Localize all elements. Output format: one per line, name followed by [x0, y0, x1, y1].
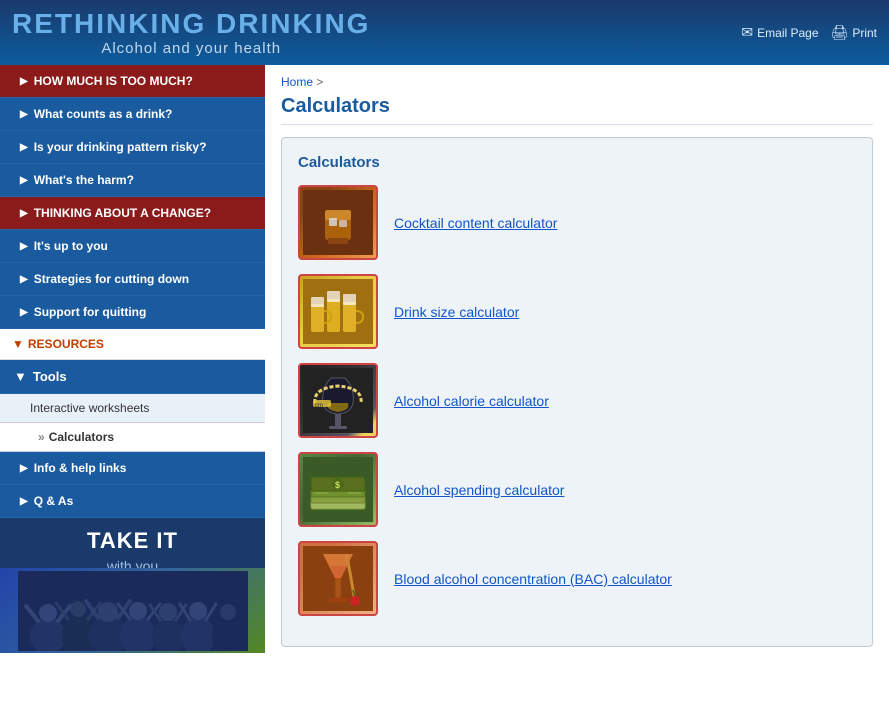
chevron-icon: ▶: [20, 274, 28, 285]
sidebar-item-harm[interactable]: ▶ What's the harm?: [0, 164, 265, 197]
calc-thumb-calorie: cm: [298, 363, 378, 438]
print-link[interactable]: 🖨 Print: [831, 24, 877, 41]
sidebar-label: Strategies for cutting down: [34, 272, 189, 286]
breadcrumb-separator: >: [316, 75, 323, 89]
bac-calculator-link[interactable]: Blood alcohol concentration (BAC) calcul…: [394, 571, 672, 587]
resources-label: RESOURCES: [28, 337, 104, 351]
sidebar-item-info-help[interactable]: ▶ Info & help links: [0, 452, 265, 485]
chevron-icon: ▶: [20, 496, 28, 507]
takeit-image: [0, 568, 265, 653]
info-help-label: Info & help links: [34, 461, 127, 475]
email-label: Email Page: [757, 26, 818, 40]
sidebar-item-quitting[interactable]: ▶ Support for quitting: [0, 296, 265, 329]
chevron-icon: ▶: [20, 463, 28, 474]
sidebar-item-what-counts[interactable]: ▶ What counts as a drink?: [0, 98, 265, 131]
chevron-down-icon: ▼: [12, 337, 24, 351]
sidebar-label: Support for quitting: [34, 305, 147, 319]
qas-label: Q & As: [34, 494, 74, 508]
home-link[interactable]: Home: [281, 75, 313, 89]
sidebar-item-strategies[interactable]: ▶ Strategies for cutting down: [0, 263, 265, 296]
sidebar-item-risky[interactable]: ▶ Is your drinking pattern risky?: [0, 131, 265, 164]
resources-header: ▼ RESOURCES: [0, 329, 265, 360]
calc-item-cocktail: Cocktail content calculator: [298, 185, 856, 260]
calc-item-drink-size: Drink size calculator: [298, 274, 856, 349]
svg-text:cm: cm: [315, 403, 323, 409]
tools-label: Tools: [33, 369, 67, 384]
worksheets-label: Interactive worksheets: [30, 401, 149, 415]
sidebar-label: What's the harm?: [34, 173, 134, 187]
chevron-icon: ▶: [20, 208, 28, 219]
calc-item-bac: Blood alcohol concentration (BAC) calcul…: [298, 541, 856, 616]
calc-thumb-beer: [298, 274, 378, 349]
email-icon: ✉: [741, 24, 753, 41]
chevron-icon: ▶: [20, 241, 28, 252]
site-header: RETHINKING DRINKING Alcohol and your hea…: [0, 0, 889, 65]
calc-thumb-cocktail: [298, 185, 378, 260]
calculators-box-title: Calculators: [298, 154, 856, 171]
double-arrow-icon: »: [38, 430, 45, 444]
logo-rethinking: RETHINKING: [12, 8, 206, 39]
sidebar-label: What counts as a drink?: [34, 107, 173, 121]
calorie-calculator-link[interactable]: Alcohol calorie calculator: [394, 393, 549, 409]
sidebar-item-calculators[interactable]: » Calculators: [0, 423, 265, 452]
breadcrumb: Home >: [281, 75, 873, 89]
calc-thumb-spending: $: [298, 452, 378, 527]
sidebar-item-up-to-you[interactable]: ▶ It's up to you: [0, 230, 265, 263]
cocktail-calculator-link[interactable]: Cocktail content calculator: [394, 215, 557, 231]
chevron-icon: ▶: [20, 307, 28, 318]
chevron-icon: ▶: [20, 142, 28, 153]
calc-thumb-bac: [298, 541, 378, 616]
page-title: Calculators: [281, 95, 873, 125]
layout: ▶ HOW MUCH IS TOO MUCH? ▶ What counts as…: [0, 65, 889, 705]
chevron-icon: ▶: [20, 76, 28, 87]
drink-size-calculator-link[interactable]: Drink size calculator: [394, 304, 519, 320]
sidebar-label: HOW MUCH IS TOO MUCH?: [34, 74, 193, 88]
calc-item-calorie: cm Alcohol calorie calculator: [298, 363, 856, 438]
sidebar-item-how-much[interactable]: ▶ HOW MUCH IS TOO MUCH?: [0, 65, 265, 98]
logo-subtitle: Alcohol and your health: [12, 40, 370, 57]
calculators-box: Calculators Cocktail content calc: [281, 137, 873, 647]
chevron-icon: ▶: [20, 175, 28, 186]
header-actions: ✉ Email Page 🖨 Print: [741, 24, 877, 41]
logo-title: RETHINKING DRINKING: [12, 8, 370, 40]
spending-calculator-link[interactable]: Alcohol spending calculator: [394, 482, 564, 498]
sidebar: ▶ HOW MUCH IS TOO MUCH? ▶ What counts as…: [0, 65, 265, 705]
takeit-title: TAKE IT: [0, 528, 265, 554]
sidebar-item-thinking[interactable]: ▶ THINKING ABOUT A CHANGE?: [0, 197, 265, 230]
chevron-down-icon: ▼: [14, 369, 27, 384]
sidebar-item-tools[interactable]: ▼ Tools: [0, 360, 265, 394]
sidebar-item-interactive-worksheets[interactable]: Interactive worksheets: [0, 394, 265, 423]
sidebar-label: It's up to you: [34, 239, 108, 253]
logo-drinking: DRINKING: [216, 8, 370, 39]
email-page-link[interactable]: ✉ Email Page: [741, 24, 818, 41]
sidebar-item-qas[interactable]: ▶ Q & As: [0, 485, 265, 518]
chevron-icon: ▶: [20, 109, 28, 120]
svg-text:$: $: [335, 480, 340, 490]
print-label: Print: [852, 26, 877, 40]
main-content: Home > Calculators Calculators: [265, 65, 889, 705]
calculators-label: Calculators: [49, 430, 114, 444]
sidebar-label: Is your drinking pattern risky?: [34, 140, 207, 154]
takeit-banner[interactable]: TAKE IT with you: [0, 518, 265, 653]
sidebar-label: THINKING ABOUT A CHANGE?: [34, 206, 211, 220]
calc-item-spending: $ Alcohol spending calculator: [298, 452, 856, 527]
logo-area: RETHINKING DRINKING Alcohol and your hea…: [12, 8, 370, 57]
print-icon: 🖨: [831, 24, 849, 41]
